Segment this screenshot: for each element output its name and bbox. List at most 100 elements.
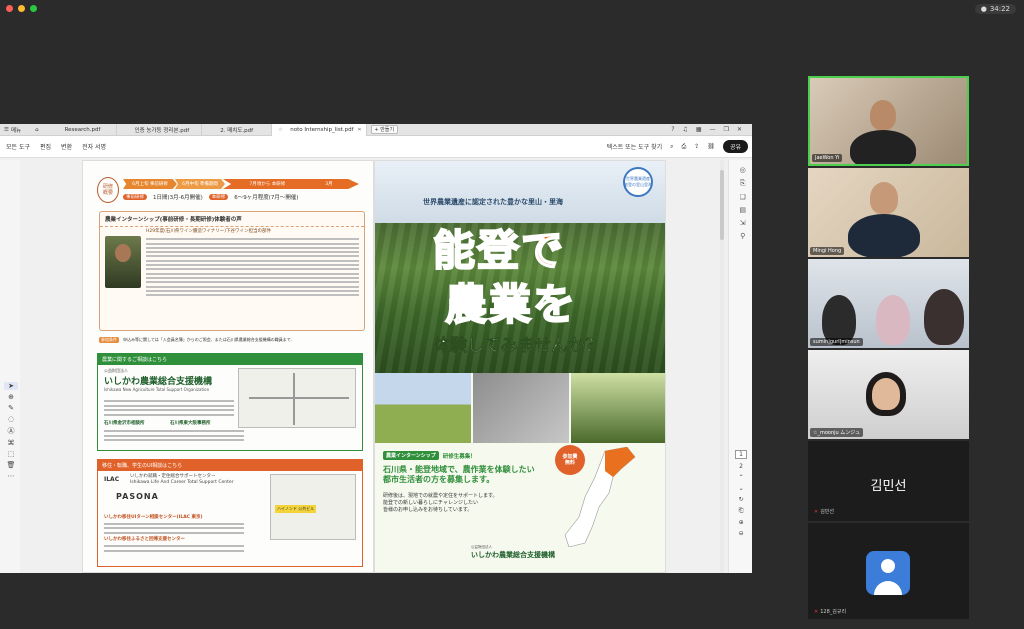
- star-icon[interactable]: ☆: [278, 127, 282, 133]
- page-up-icon[interactable]: ⌃: [739, 474, 744, 481]
- participant-name: ✕ 김민선: [814, 509, 835, 515]
- search-text[interactable]: 텍스트 또는 도구 찾기: [607, 142, 662, 151]
- mic-muted-icon: ✕: [814, 609, 819, 615]
- menu-edit[interactable]: 편집: [38, 142, 59, 151]
- share-button[interactable]: 공유: [722, 140, 748, 153]
- headline-agri: 農業を: [444, 279, 578, 330]
- pasona-logo: PASONA: [116, 492, 159, 501]
- ilac-name: いしかわ就職・定住総合サポートセンター Ishikawa Life And Ca…: [130, 474, 234, 485]
- copy-page-icon[interactable]: ⎗: [739, 507, 744, 515]
- minimize-window-button[interactable]: [18, 5, 25, 12]
- org-name: 公益財団法人 いしかわ農業総合支援機構 Ishikawa New Agricultu…: [104, 368, 213, 392]
- participant-tile-1[interactable]: JaeWon Yi: [808, 76, 969, 166]
- schedule-details: 事前研修 1日間(3月-6月開催) 本研修 6〜9ヶ月程度(7月〜開催): [123, 193, 299, 201]
- minimize-icon[interactable]: —: [710, 126, 716, 133]
- person-body: [850, 130, 916, 164]
- tab-farm-list[interactable]: 인증 농가등 정리본.pdf: [117, 124, 203, 136]
- page-down-icon[interactable]: ⌄: [739, 485, 744, 492]
- participant-tile-5[interactable]: 김민선 ✕ 김민선: [808, 441, 969, 521]
- vertical-scrollbar[interactable]: [720, 160, 724, 573]
- select-area-icon[interactable]: ⬚: [8, 450, 15, 458]
- close-window-button[interactable]: [6, 5, 13, 12]
- page-controls: 1 2 ⌃ ⌄ ↻ ⎗ ⊕ ⊖: [735, 450, 747, 537]
- cursor-icon[interactable]: ➤: [4, 382, 18, 390]
- new-tab-button[interactable]: + 만들기: [370, 125, 399, 134]
- person-head: [870, 100, 896, 130]
- tokyo-map: ハイノンド 公共ビル: [270, 474, 356, 540]
- tab-research[interactable]: Research.pdf: [47, 124, 117, 136]
- shared-pdf-window: ☰ 메뉴 ⌂ Research.pdf 인증 농가등 정리본.pdf 2. 매치도…: [0, 124, 752, 573]
- compress-icon[interactable]: ⇲: [740, 219, 746, 227]
- more-icon[interactable]: ⋯: [8, 472, 15, 480]
- copy-icon[interactable]: ❏: [740, 193, 746, 201]
- menu-convert[interactable]: 변환: [59, 142, 80, 151]
- recruit-line: 農業インターンシップ 研修生募集！: [383, 451, 476, 460]
- poster-sky: [375, 161, 665, 223]
- interview-name: H29年度(石川県ワイン醸造ワイナリー)下谷ワイン担当の部件: [146, 229, 272, 234]
- interview-box: 農業インターンシップ(事前研修・長期研修)体験者の声 H29年度(石川県ワイン醸…: [99, 211, 365, 331]
- tab-noto-internship[interactable]: ☆ noto Internship_list.pdf ✕: [272, 124, 367, 136]
- zoom-out-icon[interactable]: ⊖: [739, 530, 744, 537]
- rotate-icon[interactable]: ↻: [739, 496, 744, 503]
- poster-subtitle: 世界農業遺産に認定された豊かな里山・里海: [423, 198, 563, 206]
- zoom-window-button[interactable]: [30, 5, 37, 12]
- agriculture-contact-title: 農業に関するご相談はこちら: [98, 354, 362, 365]
- person-head: [870, 182, 898, 214]
- access-map: [238, 368, 356, 428]
- lasso-icon[interactable]: ◌: [8, 415, 14, 423]
- zoom-icon[interactable]: ⊕: [8, 393, 14, 401]
- help-icon[interactable]: ?: [671, 126, 674, 133]
- toolbar-right: 텍스트 또는 도구 찾기 ⌕ ⎙ ⇪ ⛓ 공유: [607, 140, 752, 153]
- participant-name: ✕ 128_김규리: [814, 609, 847, 615]
- comment-icon[interactable]: ◎: [740, 166, 746, 174]
- search-icon[interactable]: ⌕: [670, 143, 673, 151]
- export-icon[interactable]: ⎘: [740, 179, 746, 188]
- left-rail: [0, 160, 20, 573]
- tab-match[interactable]: 2. 매치도.pdf: [202, 124, 273, 136]
- annotation-tools: ➤ ⊕ ✎ ◌ Ⓐ ⌘ ⬚ 🗑 ⋯: [3, 382, 19, 480]
- giahs-emblem: 世界農業遺産 能登の里山里海: [623, 167, 653, 197]
- participant-tile-6[interactable]: ✕ 128_김규리: [808, 523, 969, 619]
- participant-tile-2[interactable]: Mingi Hong: [808, 168, 969, 257]
- close-tab-icon[interactable]: ✕: [357, 127, 361, 133]
- menu-all-tools[interactable]: 모든 도구: [4, 142, 38, 151]
- hamburger-icon: ☰: [4, 126, 9, 133]
- branch-1: 石川県金沢市相談所: [104, 421, 145, 426]
- tab-bar: ☰ 메뉴 ⌂ Research.pdf 인증 농가등 정리본.pdf 2. 매치도…: [0, 124, 752, 136]
- stamp-icon[interactable]: ⌘: [8, 439, 15, 447]
- org-address: [104, 398, 234, 418]
- pen-icon[interactable]: ✎: [8, 404, 14, 412]
- home-icon[interactable]: ⌂: [27, 127, 47, 133]
- mic-muted-icon: ✕: [814, 509, 819, 515]
- attach-icon[interactable]: ⚲: [740, 232, 745, 240]
- bell-icon[interactable]: ♫: [683, 126, 688, 133]
- drying-rack-photo: [473, 373, 569, 443]
- zoom-in-icon[interactable]: ⊕: [739, 519, 744, 526]
- main-toolbar: 모든 도구 편집 변환 전자 서명 텍스트 또는 도구 찾기 ⌕ ⎙ ⇪ ⛓ 공…: [0, 136, 752, 158]
- relocation-contact-title: 移住・転職、学生のUI相談はこちら: [98, 460, 362, 471]
- menu-button[interactable]: ☰ 메뉴: [2, 126, 27, 134]
- participant-tile-3[interactable]: sumin|gurl|minsun: [808, 259, 969, 348]
- print-icon[interactable]: ⎙: [681, 143, 686, 151]
- close-icon[interactable]: ✕: [737, 126, 742, 133]
- text-icon[interactable]: Ⓐ: [8, 426, 15, 436]
- menu-esign[interactable]: 전자 서명: [80, 142, 114, 151]
- organize-icon[interactable]: ▤: [739, 206, 746, 214]
- step-pre-training: 6月上旬 事前研修: [123, 179, 177, 189]
- restore-icon[interactable]: ❐: [724, 126, 729, 133]
- current-page[interactable]: 1: [735, 450, 747, 459]
- participant-tile-4[interactable]: ☆_moonju ムンジュ: [808, 350, 969, 439]
- schedule-badge: 研修 概要: [97, 177, 119, 203]
- participant-name: sumin|gurl|minsun: [810, 338, 863, 346]
- recruit-body: 研修後は、現地での就農や定住をサポートします。 能登での新しい暮らしにチャレンジ…: [383, 493, 498, 513]
- branch-2: 石川県東大阪事務所: [170, 421, 211, 426]
- link-icon[interactable]: ⛓: [707, 143, 715, 150]
- free-badge: 参加費 無料: [555, 445, 585, 475]
- schedule-overview: 研修 概要 6月上旬 事前研修 6月中旬 準備期間 7月頃から 本研修 3月 事前…: [97, 177, 367, 207]
- upload-icon[interactable]: ⇪: [694, 143, 699, 150]
- person-2: [876, 295, 910, 345]
- document-page-right: 世界農業遺産 能登の里山里海 世界農業遺産に認定された豊かな里山・里海 能登で …: [374, 160, 666, 573]
- apps-icon[interactable]: ▦: [696, 126, 702, 133]
- trash-icon[interactable]: 🗑: [7, 461, 16, 469]
- participation-note: 参加条件 申込み等に関しては「入会員名簿」からのご照会、または石川県農業総合支援…: [99, 337, 293, 343]
